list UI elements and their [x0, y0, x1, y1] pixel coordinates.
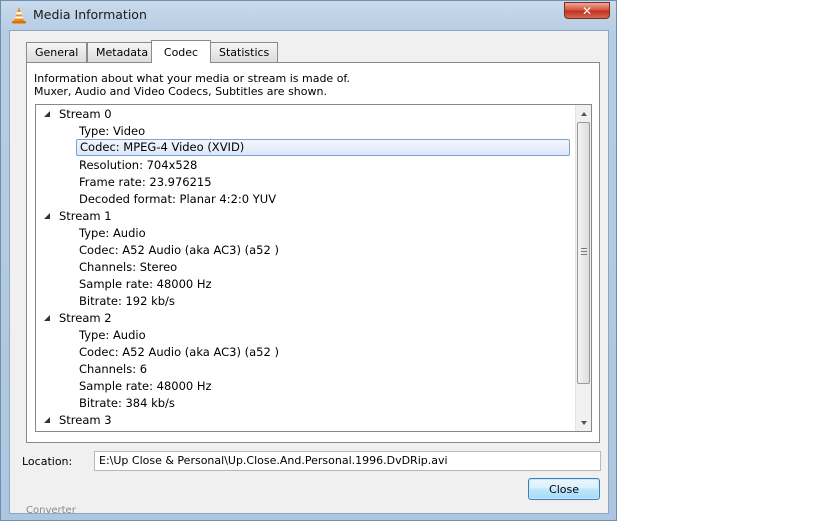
stream-label: Stream 0 — [59, 107, 112, 121]
info-line-2: Muxer, Audio and Video Codecs, Subtitles… — [34, 85, 327, 98]
expanded-arrow-icon[interactable] — [44, 315, 50, 321]
info-line-1: Information about what your media or str… — [34, 72, 350, 85]
codec-info-text: Information about what your media or str… — [34, 72, 350, 98]
tab-statistics[interactable]: Statistics — [210, 42, 279, 62]
expanded-arrow-icon[interactable] — [44, 417, 50, 423]
title-bar[interactable]: Media Information ✕ — [1, 1, 616, 29]
scroll-down-button[interactable] — [576, 414, 591, 431]
stream-label: Stream 2 — [59, 311, 112, 325]
close-icon: ✕ — [581, 3, 593, 18]
vlc-cone-icon — [12, 7, 26, 24]
stream-label: Stream 1 — [59, 209, 112, 223]
tab-general[interactable]: General — [26, 42, 88, 62]
location-label: Location: — [22, 455, 73, 468]
close-button[interactable]: Close — [528, 478, 600, 500]
tab-codec[interactable]: Codec — [151, 40, 211, 63]
tree-item-selected[interactable]: Codec: MPEG-4 Video (XVID) — [76, 139, 570, 156]
codec-panel: Information about what your media or str… — [26, 62, 600, 443]
scroll-up-button[interactable] — [576, 105, 591, 122]
tree-vertical-scrollbar[interactable] — [575, 105, 591, 431]
expanded-arrow-icon[interactable] — [44, 213, 50, 219]
window-close-button[interactable]: ✕ — [564, 2, 610, 19]
tab-metadata[interactable]: Metadata — [87, 42, 158, 62]
stream-tree[interactable]: Stream 0 Type: Video Codec: MPEG-4 Video… — [35, 104, 592, 432]
arrow-up-icon — [580, 111, 587, 116]
dialog-body: General Metadata Codec Statistics Inform… — [9, 30, 609, 516]
arrow-down-icon — [580, 420, 587, 425]
background-window-text: Converter — [26, 505, 76, 516]
media-information-dialog: Media Information ✕ General Metadata Cod… — [0, 0, 617, 521]
grip-icon — [581, 248, 587, 255]
location-field[interactable]: E:\Up Close & Personal\Up.Close.And.Pers… — [94, 451, 601, 471]
scrollbar-thumb[interactable] — [577, 122, 590, 384]
expanded-arrow-icon[interactable] — [44, 111, 50, 117]
window-title: Media Information — [33, 7, 147, 22]
stream-label: Stream 3 — [59, 413, 112, 427]
